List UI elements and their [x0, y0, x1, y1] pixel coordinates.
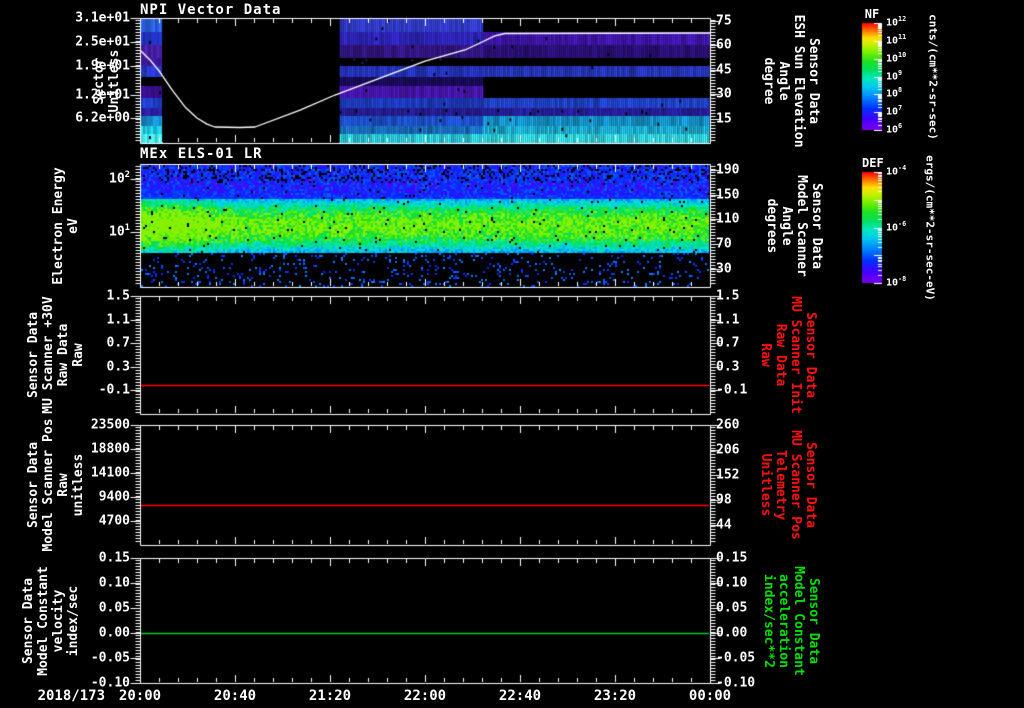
- tick-label: 101: [109, 222, 130, 240]
- tick-label: 1.9e+01: [75, 58, 130, 74]
- tick-label: 0.15: [716, 550, 748, 566]
- tick-label: 18800: [90, 441, 130, 457]
- x-axis-time-label: 22:00: [403, 688, 447, 704]
- x-axis-time-label: 20:00: [118, 688, 162, 704]
- tick-label: 10-8: [886, 275, 907, 289]
- tick-label: 0.3: [716, 359, 740, 375]
- tick-label: 15: [716, 111, 732, 127]
- tick-label: 60: [716, 37, 732, 53]
- tick-label: -0.1: [716, 382, 748, 398]
- x-axis-time-label: 23:20: [593, 688, 637, 704]
- panel5-right-axis-label: Sensor Data Model Constant acceleration …: [761, 565, 821, 676]
- tick-label: 30: [716, 86, 732, 102]
- tick-label: 98: [716, 492, 732, 508]
- tick-label: 30: [716, 261, 732, 277]
- tick-label: 190: [716, 162, 740, 178]
- colorbar-nf-units-label: cnts/(cm**2-sr-sec): [926, 14, 940, 140]
- tick-label: 9400: [98, 489, 130, 505]
- tick-label: -0.1: [98, 382, 130, 398]
- panel2-title: MEx ELS-01 LR: [140, 146, 263, 162]
- panel2-right-axis-label: Sensor Data Model Scanner Angle degrees: [764, 174, 824, 277]
- tick-label: 206: [716, 442, 740, 458]
- tick-label: 1.5: [716, 288, 740, 304]
- tick-label: 6.2e+00: [75, 110, 130, 126]
- tick-label: 109: [886, 68, 903, 82]
- plot-canvas: [0, 0, 1024, 708]
- tick-label: 1.5: [106, 288, 130, 304]
- tick-label: -0.05: [716, 650, 756, 666]
- tick-label: 0.3: [106, 359, 130, 375]
- tick-label: 152: [716, 467, 740, 483]
- tick-label: 0.10: [716, 575, 748, 591]
- tick-label: 10-4: [886, 164, 907, 178]
- tick-label: 107: [886, 104, 903, 118]
- tick-label: 75: [716, 13, 732, 29]
- colorbar-nf-title: NF: [864, 7, 880, 21]
- panel1-right-axis-label: Sensor Data ESH Sun Elevation Angle degr…: [761, 13, 821, 148]
- tick-label: 106: [886, 122, 903, 136]
- tick-label: 0.10: [98, 575, 130, 591]
- tick-label: 0.15: [98, 550, 130, 566]
- tick-label: 0.7: [716, 335, 740, 351]
- tick-label: 108: [886, 86, 903, 100]
- tick-label: 4700: [98, 513, 130, 529]
- tick-label: 0.7: [106, 335, 130, 351]
- tick-label: 1012: [886, 15, 907, 29]
- tick-label: 1.1: [716, 312, 740, 328]
- x-axis-time-label: 22:40: [498, 688, 542, 704]
- tick-label: 0.05: [716, 600, 748, 616]
- tick-label: 1011: [886, 33, 907, 47]
- tick-label: 70: [716, 236, 732, 252]
- colorbar-def-units-label: ergs/(cm**2-sr-sec-eV): [923, 155, 937, 301]
- tick-label: 0.00: [98, 625, 130, 641]
- tick-label: 110: [716, 211, 740, 227]
- tick-label: 44: [716, 517, 732, 533]
- tick-label: 150: [716, 187, 740, 203]
- tick-label: 3.1e+01: [75, 10, 130, 26]
- tick-label: 260: [716, 417, 740, 433]
- tick-label: 2.5e+01: [75, 34, 130, 50]
- panel3-right-axis-label: Sensor Data MU Scanner Init Raw Data Raw: [758, 296, 818, 414]
- x-axis-time-label: 00:00: [688, 688, 732, 704]
- tick-label: 102: [109, 169, 130, 187]
- tick-label: 0.00: [716, 625, 748, 641]
- colorbar-def-title: DEF: [862, 156, 884, 170]
- tick-label: 23500: [90, 417, 130, 433]
- figure: NPI Vector Data MEx ELS-01 LR Sector Uni…: [0, 0, 1024, 708]
- panel4-right-axis-label: Sensor Data MU Scanner Pos Telemetry Uni…: [758, 430, 818, 540]
- tick-label: -0.05: [90, 650, 130, 666]
- tick-label: 1.2e+01: [75, 87, 130, 103]
- panel1-title: NPI Vector Data: [140, 2, 282, 18]
- tick-label: 10-6: [886, 219, 907, 233]
- panel4-left-axis-label: Sensor Data Model Scanner Pos Raw unitle…: [26, 418, 86, 552]
- tick-label: 14100: [90, 465, 130, 481]
- x-axis-time-label: 20:40: [213, 688, 257, 704]
- tick-label: 1.1: [106, 312, 130, 328]
- tick-label: 1010: [886, 50, 907, 65]
- tick-label: 0.05: [98, 600, 130, 616]
- tick-label: 45: [716, 62, 732, 78]
- x-axis-time-label: 21:20: [308, 688, 352, 704]
